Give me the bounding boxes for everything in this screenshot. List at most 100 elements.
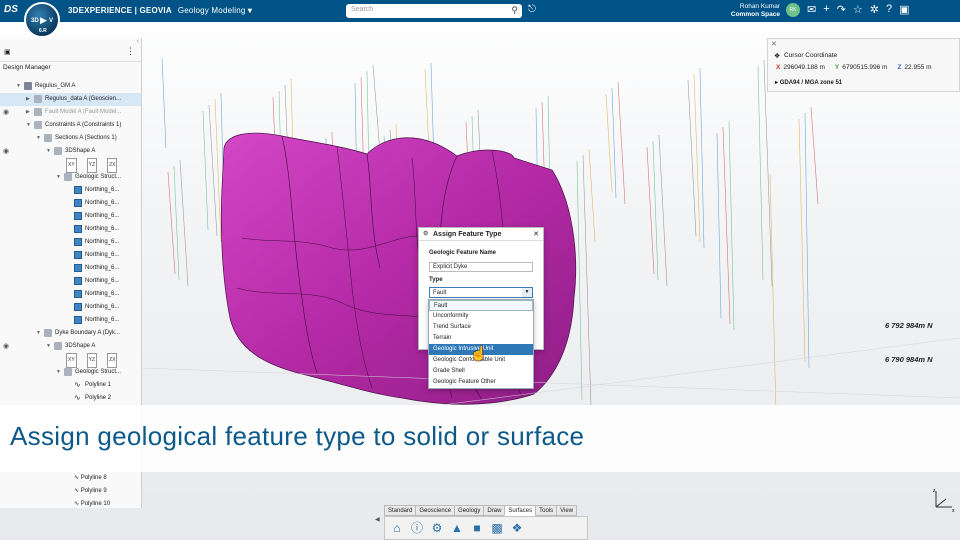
tree-node[interactable]: Northing_6... [0,301,141,314]
close-icon[interactable]: ✕ [533,228,539,241]
crs-selector[interactable]: ▸ GDA94 / MGA zone 51 [775,79,842,86]
measure-icon[interactable]: ▲ [450,521,464,535]
settings-icon[interactable]: ⚙ [430,521,444,535]
tree-node[interactable]: ▼ Geologic Struct... [0,171,141,184]
panel-menu-icon[interactable]: ⋮ [126,46,135,57]
compass-icon[interactable]: 3D ▶ V 6.R [24,2,60,38]
help-icon[interactable]: ⓘ [410,521,424,535]
tree-node[interactable]: Northing_6... [0,184,141,197]
visibility-eye-icon[interactable]: ◉ [3,145,9,158]
collapse-arrow-icon[interactable]: ▼ [46,340,51,353]
collapse-arrow-icon[interactable]: ▼ [56,171,61,184]
dialog-icon: ⚙ [423,231,429,237]
tree-node-label: Sections A (Sections 1) [55,135,117,141]
help-icon[interactable]: ? [886,3,892,17]
visibility-eye-icon[interactable]: ◉ [3,340,9,353]
actionbar-tab[interactable]: Surfaces [504,505,537,516]
type-dropdown-list[interactable]: Fault Unconformity Trend Surface Terrain Geo… [428,299,534,389]
collapse-arrow-icon[interactable]: ▼ [46,145,51,158]
collapse-arrow-icon[interactable]: ▼ [16,80,21,93]
expand-actionbar-icon[interactable]: ◀ [375,516,380,523]
type-option[interactable]: Unconformity [429,311,533,322]
node-icon [44,134,52,142]
tools-icon[interactable]: ✲ [870,3,879,17]
tree-node[interactable]: ▼ Regulus_GM A [0,80,141,93]
tree-node[interactable]: Northing_6... [0,314,141,327]
actionbar-tab[interactable]: View [556,505,578,516]
tree-node[interactable]: Northing_6... [0,223,141,236]
close-icon[interactable]: ✕ [771,40,777,48]
search-icon[interactable]: ⚲ [511,5,518,16]
actionbar-tab[interactable]: Geoscience [415,505,456,516]
collapse-arrow-icon[interactable]: ▼ [36,132,41,145]
tree-node[interactable]: ▶ Regulus_data A (Geoscien... [0,93,141,106]
share-icon[interactable]: ↷ [837,3,846,17]
tree-node-label: Regulus_data A (Geoscien... [45,96,122,102]
tree-node[interactable]: ∿ Polyline 2 [0,392,141,405]
tree-node-label: Northing_6... [85,252,120,258]
tree-node[interactable]: ◉ ▼ 3DShape A [0,340,141,353]
feature-name-input[interactable]: Explicit Dyke [429,262,533,272]
collapse-arrow-icon[interactable]: ▼ [36,327,41,340]
box-tool-icon[interactable]: ■ [470,521,484,535]
actionbar-tab[interactable]: Draw [483,505,506,516]
panel-title: Cursor Coordinate [784,52,838,59]
search-input[interactable]: Search ⚲ [346,4,522,18]
fullscreen-icon[interactable]: ▣ [899,3,909,17]
expand-arrow-icon[interactable]: ▶ [26,93,30,106]
surface-icon[interactable]: ❖ [510,521,524,535]
tree-node[interactable]: ∿ Polyline 8 [74,472,107,485]
type-select[interactable]: Fault ▼ [429,287,533,298]
tree-node[interactable]: ▼ Sections A (Sections 1) [0,132,141,145]
type-option[interactable]: Terrain [429,333,533,344]
tag-icon[interactable]: ⎋ [528,4,536,15]
northing-label: 6 792 984m N [885,321,933,330]
collapse-arrow-icon[interactable]: ▼ [56,366,61,379]
collapse-panel-icon[interactable]: ‹ [137,38,139,45]
avatar[interactable]: RK [786,3,800,17]
tree-node[interactable]: Northing_6... [0,236,141,249]
tree-tab-icon[interactable]: ▣ [4,48,11,56]
tree-node[interactable]: Northing_6... [0,210,141,223]
tree-node[interactable]: Northing_6... [0,249,141,262]
notifications-icon[interactable]: ✉ [807,3,816,17]
tree-node[interactable]: ◉ ▼ 3DShape A [0,145,141,158]
chevron-down-icon[interactable]: ▼ [522,288,532,297]
tree-node[interactable]: XY YZ ZX [0,353,141,368]
collapse-arrow-icon[interactable]: ▼ [26,119,31,132]
section-icon[interactable]: ▩ [490,521,504,535]
drillhole-trace [617,81,626,205]
svg-text:x: x [952,508,955,513]
tree-node-label: Northing_6... [85,200,120,206]
type-option[interactable]: Geologic Feature Other [429,377,533,388]
network-share-icon[interactable]: ☆ [853,3,863,17]
tree-node[interactable]: Northing_6... [0,288,141,301]
tree-node[interactable]: XY YZ ZX [0,158,141,173]
tree-node[interactable]: ▼ Geologic Struct... [0,366,141,379]
home-icon[interactable]: ⌂ [390,521,404,535]
tree-node[interactable]: Northing_6... [0,197,141,210]
tree-node[interactable]: ◉ ▶ Fault Model A (Fault Model... [0,106,141,119]
app-brand[interactable]: 3DEXPERIENCE | GEOVIA Geology Modeling ▾ [68,6,252,15]
add-icon[interactable]: + [823,3,829,17]
tree-node[interactable]: ∿ Polyline 1 [0,379,141,392]
type-option[interactable]: Trend Surface [429,322,533,333]
type-option[interactable]: Fault [429,300,533,311]
user-info[interactable]: Rohan Kumar Common Space [720,3,780,19]
visibility-eye-icon[interactable]: ◉ [3,106,9,119]
tree-node[interactable]: ▼ Constraints A (Constraints 1) [0,119,141,132]
3d-viewport[interactable] [142,38,960,405]
tree-node[interactable]: ▼ Dyke Boundary A (Dyk... [0,327,141,340]
tree-node[interactable]: ∿ Polyline 9 [74,485,107,498]
actionbar-tab[interactable]: Geology [454,505,485,516]
tree-node[interactable]: Northing_6... [0,262,141,275]
tree-node[interactable]: ∿ Polyline 10 [74,498,110,511]
expand-arrow-icon[interactable]: ▶ [26,106,30,119]
actionbar-tab[interactable]: Standard [384,505,417,516]
actionbar-tab[interactable]: Tools [535,505,558,516]
caption-text: Assign geological feature type to solid … [10,421,585,451]
node-icon [44,329,52,337]
type-option[interactable]: Grade Shell [429,366,533,377]
section-plane-icon [74,316,82,324]
tree-node[interactable]: Northing_6... [0,275,141,288]
